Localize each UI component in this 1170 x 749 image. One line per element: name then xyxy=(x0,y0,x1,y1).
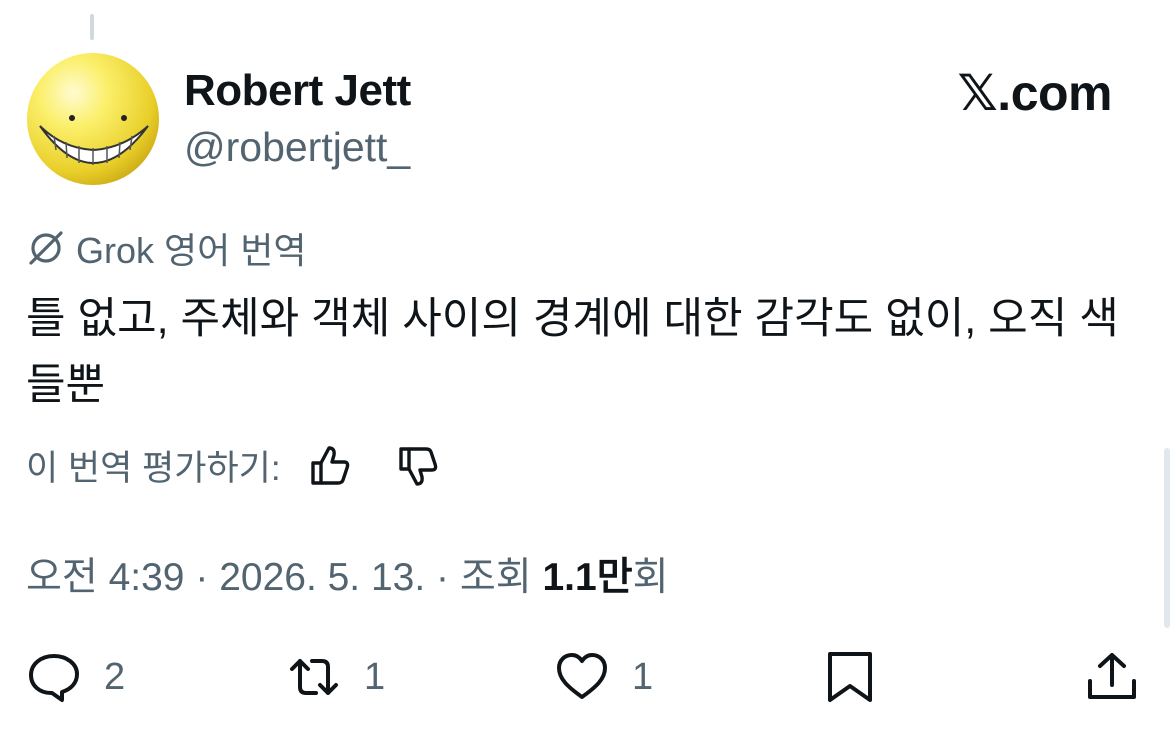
brand-logo: 𝕏.com xyxy=(957,65,1113,121)
meta-separator: · xyxy=(184,556,220,599)
rate-translation-prompt: 이 번역 평가하기: xyxy=(26,449,281,488)
tweet-actions-bar: 2 1 1 xyxy=(0,642,1170,712)
repost-icon xyxy=(290,659,338,695)
bookmark-button[interactable] xyxy=(822,642,878,712)
translation-label: Grok 영어 번역 xyxy=(76,230,307,271)
tweet-time[interactable]: 오전 4:39 xyxy=(26,556,185,599)
like-count: 1 xyxy=(632,655,654,698)
translation-label-row: Grok 영어 번역 xyxy=(26,222,307,274)
avatar[interactable] xyxy=(26,52,160,186)
author-display-name[interactable]: Robert Jett xyxy=(184,66,411,116)
author-handle[interactable]: @robertjett_ xyxy=(184,124,410,171)
grok-icon xyxy=(29,231,63,265)
scrollbar[interactable] xyxy=(1164,448,1170,628)
translation-rating-row: 이 번역 평가하기: xyxy=(26,440,441,491)
thumbs-down-icon[interactable] xyxy=(395,443,441,489)
share-icon xyxy=(1088,653,1136,699)
tweet-date[interactable]: 2026. 5. 13. xyxy=(219,556,425,599)
thumbs-up-icon[interactable] xyxy=(307,443,353,489)
yellow-smiley-face-icon xyxy=(27,53,159,185)
views-suffix: 회 xyxy=(632,556,669,599)
tweet-meta: 오전 4:39 · 2026. 5. 13. · 조회 1.1만회 xyxy=(26,546,668,602)
reply-icon xyxy=(29,654,79,702)
repost-count: 1 xyxy=(364,655,386,698)
bookmark-icon xyxy=(828,652,872,702)
share-button[interactable] xyxy=(1084,642,1140,712)
heart-icon xyxy=(557,653,607,699)
reply-button[interactable]: 2 xyxy=(26,642,125,712)
tweet-text: 틀 없고, 주체와 객체 사이의 경계에 대한 감각도 없이, 오직 색들뿐 xyxy=(26,295,1119,409)
repost-button[interactable]: 1 xyxy=(286,642,385,712)
views-label: 조회 xyxy=(459,556,532,599)
like-button[interactable]: 1 xyxy=(554,642,653,712)
reply-count: 2 xyxy=(104,655,126,698)
thread-connector-line xyxy=(90,14,94,40)
meta-separator: · xyxy=(425,556,460,599)
views-count: 1.1만 xyxy=(542,556,633,599)
